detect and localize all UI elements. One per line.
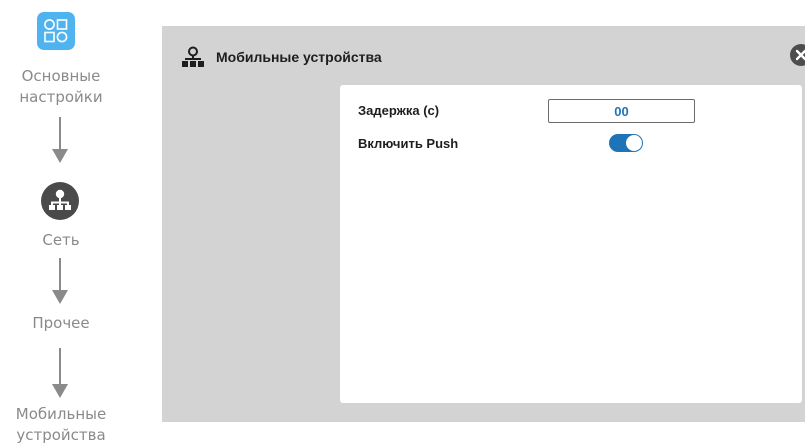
close-button[interactable] <box>790 44 805 66</box>
delay-label: Задержка (с) <box>358 103 440 118</box>
network-icon <box>182 46 204 72</box>
close-icon <box>795 49 805 61</box>
step-network-label[interactable]: Сеть <box>0 230 122 251</box>
network-icon[interactable] <box>41 182 79 224</box>
grid-settings-icon[interactable] <box>37 12 75 54</box>
step-mobile-devices-label[interactable]: Мобильные устройства <box>0 404 122 446</box>
step-arrow-icon <box>52 348 68 398</box>
step-arrow-icon <box>52 258 68 304</box>
push-label: Включить Push <box>358 136 459 151</box>
settings-card: Задержка (с) Включить Push <box>340 85 802 403</box>
push-toggle[interactable] <box>609 134 643 152</box>
step-basic-settings-label[interactable]: Основные настройки <box>0 66 122 108</box>
setup-stepper: Основные настройки Сеть Прочее Мобильные… <box>0 0 122 446</box>
panel-title: Мобильные устройства <box>216 49 382 65</box>
step-arrow-icon <box>52 117 68 163</box>
toggle-knob <box>626 135 642 151</box>
delay-input[interactable] <box>548 99 695 123</box>
step-other-label[interactable]: Прочее <box>0 313 122 334</box>
